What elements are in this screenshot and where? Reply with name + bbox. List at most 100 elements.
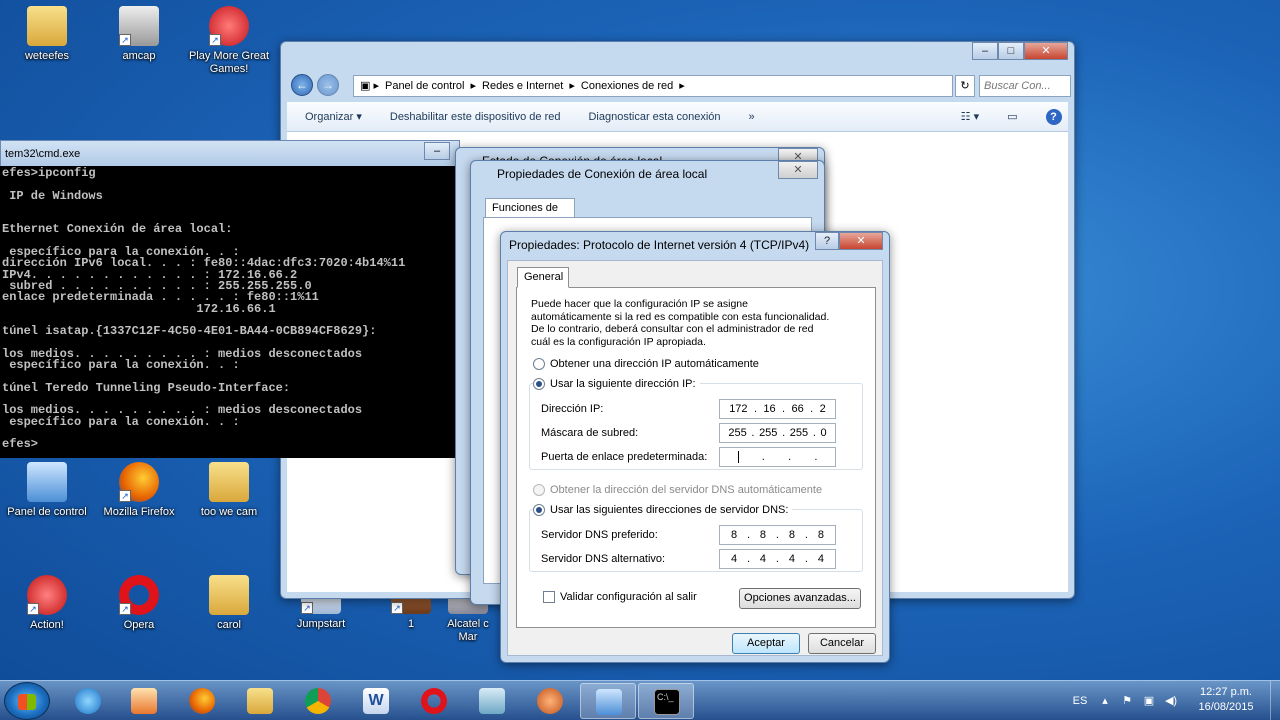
chrome-icon xyxy=(305,688,331,714)
disable-device-button[interactable]: Deshabilitar este dispositivo de red xyxy=(390,111,561,123)
shortcut-arrow-icon: ↗ xyxy=(119,490,131,502)
desktop-icon-label: Alcatel c Mar xyxy=(447,618,489,643)
manual-dns-label: Usar las siguientes direcciones de servi… xyxy=(550,504,789,516)
breadcrumb-network[interactable]: Redes e Internet xyxy=(482,76,563,96)
manual-dns-option[interactable]: Usar las siguientes direcciones de servi… xyxy=(533,504,793,516)
close-button[interactable]: ✕ xyxy=(839,232,883,250)
desktop-icon-control-panel[interactable]: Panel de control xyxy=(2,462,92,519)
control-panel-small-icon: ▣ ▸ xyxy=(360,80,379,92)
network-icon[interactable]: ▣ xyxy=(1140,681,1158,720)
props-window-title: Propiedades de Conexión de área local xyxy=(497,167,708,181)
alternate-dns-field[interactable]: 4. 4. 4. 4 xyxy=(719,549,836,569)
folder-icon xyxy=(247,688,273,714)
breadcrumb-connections[interactable]: Conexiones de red xyxy=(581,76,673,96)
window-controls: ✕ xyxy=(778,161,818,179)
window-controls: ? ✕ xyxy=(815,232,883,250)
show-desktop-button[interactable] xyxy=(1270,681,1280,720)
diagnose-button[interactable]: Diagnosticar esta conexión xyxy=(588,111,720,123)
desktop-icon-too-we-cam[interactable]: too we cam xyxy=(184,462,274,519)
cmd-window: tem32\cmd.exe – efes>ipconfig IP de Wind… xyxy=(0,140,460,458)
folder-icon xyxy=(27,6,67,46)
desktop-icon-carol[interactable]: carol xyxy=(184,575,274,632)
ip-octet: 172 xyxy=(729,403,748,415)
preferred-dns-field[interactable]: 8. 8. 8. 8 xyxy=(719,525,836,545)
close-button[interactable]: ✕ xyxy=(778,161,818,179)
window-controls: – □ ✕ xyxy=(972,42,1068,60)
taskbar-word[interactable]: W xyxy=(348,683,404,719)
more-button[interactable]: » xyxy=(749,111,755,123)
start-button[interactable] xyxy=(4,682,50,720)
desktop-icon-label: Opera xyxy=(123,619,155,631)
navigation-bar: ← → ▣ ▸ Panel de control ▸ Redes e Inter… xyxy=(287,72,1071,100)
desktop-icon-weteefes[interactable]: weteefes xyxy=(2,6,92,63)
console-line: túnel Teredo Tunneling Pseudo-Interface: xyxy=(2,380,291,395)
organize-button[interactable]: Organizar ▾ xyxy=(305,110,362,123)
manual-dns-radio[interactable] xyxy=(533,504,545,516)
help-icon[interactable]: ? xyxy=(1045,108,1062,125)
ipv4-properties-dialog: Propiedades: Protocolo de Internet versi… xyxy=(500,231,890,663)
manual-ip-option[interactable]: Usar la siguiente dirección IP: xyxy=(533,378,700,390)
console-output[interactable]: efes>ipconfig IP de Windows Ethernet Con… xyxy=(0,166,460,458)
advanced-options-button[interactable]: Opciones avanzadas... xyxy=(739,588,861,609)
minimize-button[interactable]: – xyxy=(972,42,998,60)
cancel-button[interactable]: Cancelar xyxy=(808,633,876,654)
desktop-icon-action[interactable]: ↗ Action! xyxy=(2,575,92,632)
taskbar-control-panel[interactable] xyxy=(580,683,636,719)
manual-ip-radio[interactable] xyxy=(533,378,545,390)
tray-expand-icon[interactable]: ▴ xyxy=(1098,681,1112,720)
maximize-button[interactable]: □ xyxy=(998,42,1024,60)
clock-time: 12:27 p.m. xyxy=(1200,686,1252,698)
gateway-field[interactable]: . .. xyxy=(719,447,836,467)
console-line: específico para la conexión. . : xyxy=(2,414,240,429)
desktop-icon-firefox[interactable]: ↗ Mozilla Firefox xyxy=(94,462,184,519)
flag-icon[interactable]: ⚑ xyxy=(1118,681,1136,720)
taskbar-firefox[interactable] xyxy=(174,683,230,719)
volume-icon[interactable]: ◀) xyxy=(1162,681,1180,720)
console-line: Ethernet Conexión de área local: xyxy=(2,222,233,237)
shortcut-arrow-icon: ↗ xyxy=(119,603,131,615)
desktop-icon-opera[interactable]: ↗ Opera xyxy=(94,575,184,632)
view-options-icon[interactable]: ☷ ▾ xyxy=(961,110,979,123)
cmd-icon: C:\_ xyxy=(654,689,680,715)
auto-dns-radio[interactable] xyxy=(533,484,545,496)
clock[interactable]: 12:27 p.m. 16/08/2015 xyxy=(1186,685,1266,715)
taskbar-ie[interactable] xyxy=(60,683,116,719)
validate-checkbox[interactable] xyxy=(543,591,555,603)
tab-networking[interactable]: Funciones de red xyxy=(485,198,575,232)
search-input[interactable]: Buscar Con... xyxy=(979,75,1071,97)
subnet-mask-field[interactable]: 255. 255. 255. 0 xyxy=(719,423,836,443)
auto-dns-option[interactable]: Obtener la dirección del servidor DNS au… xyxy=(533,484,822,496)
breadcrumb-control-panel[interactable]: Panel de control xyxy=(385,76,465,96)
back-arrow-icon[interactable]: ← xyxy=(291,74,313,96)
taskbar-explorer[interactable] xyxy=(232,683,288,719)
taskbar-opera[interactable] xyxy=(406,683,462,719)
taskbar-game[interactable] xyxy=(522,683,578,719)
close-button[interactable]: ✕ xyxy=(1024,42,1068,60)
taskbar-cmd[interactable]: C:\_ xyxy=(638,683,694,719)
preview-pane-icon[interactable]: ▭ xyxy=(1007,110,1017,123)
ok-button[interactable]: Aceptar xyxy=(732,633,800,654)
ip-octet: 8 xyxy=(817,529,824,541)
help-button[interactable]: ? xyxy=(815,232,839,250)
taskbar-chrome[interactable] xyxy=(290,683,346,719)
ip-address-field[interactable]: 172. 16. 66. 2 xyxy=(719,399,836,419)
validate-option[interactable]: Validar configuración al salir xyxy=(543,591,697,603)
control-panel-icon xyxy=(27,462,67,502)
refresh-icon[interactable]: ↻ xyxy=(955,75,975,97)
auto-ip-radio[interactable] xyxy=(533,358,545,370)
ip-octet: 8 xyxy=(730,529,738,541)
minimize-button[interactable]: – xyxy=(424,142,450,160)
desktop-icon-amcap[interactable]: ↗ amcap xyxy=(94,6,184,63)
folder-icon xyxy=(209,575,249,615)
command-bar: Organizar ▾ Deshabilitar este dispositiv… xyxy=(287,102,1068,132)
desktop-icon-popcap[interactable]: ↗ Play More Great Games! xyxy=(184,6,274,76)
taskbar-media-player[interactable] xyxy=(116,683,172,719)
auto-ip-label: Obtener una dirección IP automáticamente xyxy=(550,358,759,370)
firefox-icon: ↗ xyxy=(119,462,159,502)
tab-general[interactable]: General xyxy=(517,267,569,288)
forward-arrow-icon[interactable]: → xyxy=(317,74,339,96)
auto-ip-option[interactable]: Obtener una dirección IP automáticamente xyxy=(533,358,759,370)
address-bar[interactable]: ▣ ▸ Panel de control ▸ Redes e Internet … xyxy=(353,75,953,97)
taskbar-app[interactable] xyxy=(464,683,520,719)
language-indicator[interactable]: ES xyxy=(1068,681,1092,720)
